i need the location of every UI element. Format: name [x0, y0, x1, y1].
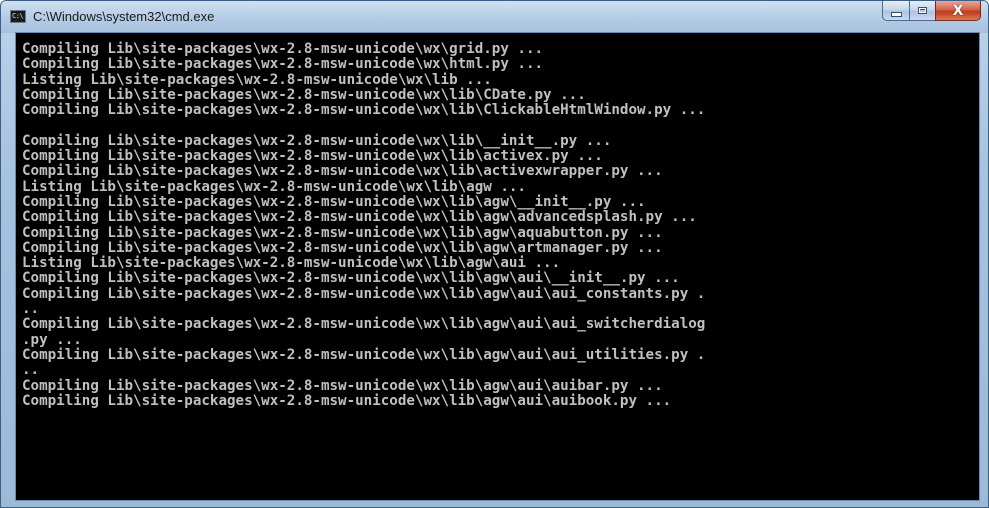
minimize-button[interactable]	[882, 1, 909, 21]
console-lines: Compiling Lib\site-packages\wx-2.8-msw-u…	[22, 41, 706, 409]
console-line: Compiling Lib\site-packages\wx-2.8-msw-u…	[22, 377, 663, 394]
console-line: Compiling Lib\site-packages\wx-2.8-msw-u…	[22, 209, 697, 226]
console-line: Compiling Lib\site-packages\wx-2.8-msw-u…	[22, 270, 680, 287]
console-line: Compiling Lib\site-packages\wx-2.8-msw-u…	[22, 102, 706, 119]
window-title: C:\Windows\system32\cmd.exe	[33, 9, 215, 24]
console-output[interactable]: Compiling Lib\site-packages\wx-2.8-msw-u…	[15, 32, 980, 501]
minimize-icon	[890, 12, 902, 17]
console-line: Compiling Lib\site-packages\wx-2.8-msw-u…	[22, 239, 663, 256]
maximize-icon	[918, 7, 927, 14]
console-line: Compiling Lib\site-packages\wx-2.8-msw-u…	[22, 148, 603, 165]
console-line: Compiling Lib\site-packages\wx-2.8-msw-u…	[22, 285, 706, 302]
close-button[interactable]: X	[935, 1, 981, 21]
console-line: Compiling Lib\site-packages\wx-2.8-msw-u…	[22, 41, 544, 57]
close-icon: X	[952, 2, 964, 19]
console-line: Compiling Lib\site-packages\wx-2.8-msw-u…	[22, 132, 612, 149]
cmd-window: C:\ C:\Windows\system32\cmd.exe X Compil…	[0, 0, 989, 508]
title-bar[interactable]: C:\ C:\Windows\system32\cmd.exe X	[1, 1, 988, 33]
console-app-icon[interactable]: C:\	[10, 10, 26, 23]
console-line: ..	[22, 301, 40, 318]
console-line: Listing Lib\site-packages\wx-2.8-msw-uni…	[22, 71, 492, 88]
console-line: Listing Lib\site-packages\wx-2.8-msw-uni…	[22, 255, 561, 272]
console-line: Compiling Lib\site-packages\wx-2.8-msw-u…	[22, 346, 706, 363]
console-line: ..	[22, 362, 40, 379]
caption-buttons: X	[882, 1, 981, 21]
console-line: .py ...	[22, 331, 82, 348]
console-line: Compiling Lib\site-packages\wx-2.8-msw-u…	[22, 316, 706, 333]
console-line: Compiling Lib\site-packages\wx-2.8-msw-u…	[22, 56, 544, 73]
console-line: Compiling Lib\site-packages\wx-2.8-msw-u…	[22, 193, 646, 210]
console-line: Listing Lib\site-packages\wx-2.8-msw-uni…	[22, 178, 526, 195]
maximize-button[interactable]	[909, 1, 935, 21]
console-line: Compiling Lib\site-packages\wx-2.8-msw-u…	[22, 86, 586, 103]
console-line: Compiling Lib\site-packages\wx-2.8-msw-u…	[22, 392, 672, 409]
console-line: Compiling Lib\site-packages\wx-2.8-msw-u…	[22, 163, 663, 180]
console-line: Compiling Lib\site-packages\wx-2.8-msw-u…	[22, 224, 663, 241]
